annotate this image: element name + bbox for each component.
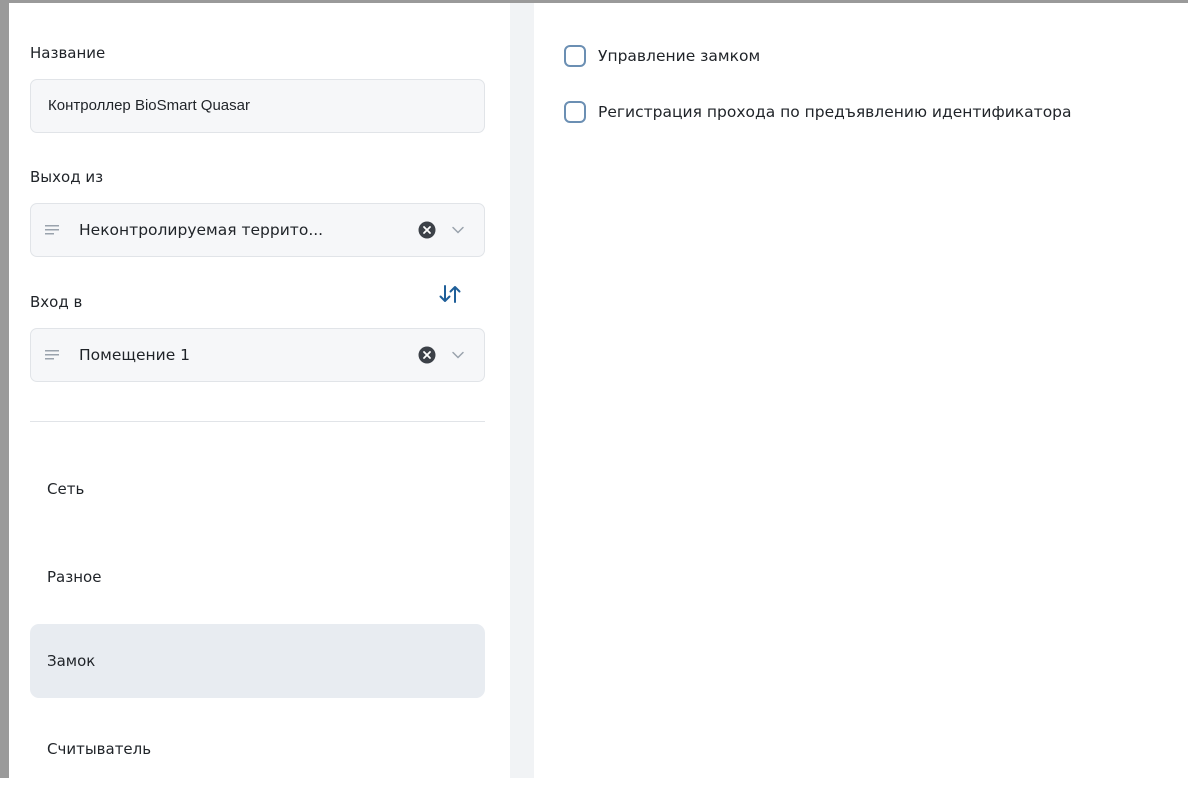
register-passage-checkbox[interactable]	[564, 101, 586, 123]
lines-icon	[45, 350, 59, 360]
section-divider	[30, 421, 485, 422]
entry-to-select[interactable]: Помещение 1	[30, 328, 485, 382]
nav-item-label: Разное	[47, 568, 102, 586]
name-field-value: Контроллер BioSmart Quasar	[48, 97, 250, 114]
swap-direction-icon[interactable]	[437, 283, 463, 305]
nav-item-network[interactable]: Сеть	[30, 452, 485, 526]
name-field[interactable]: Контроллер BioSmart Quasar	[30, 79, 485, 133]
register-passage-label: Регистрация прохода по предъявлению иден…	[598, 103, 1072, 121]
nav-item-lock[interactable]: Замок	[30, 624, 485, 698]
chevron-down-icon[interactable]	[451, 224, 465, 236]
exit-from-label: Выход из	[30, 168, 104, 186]
name-label: Название	[30, 44, 106, 62]
nav-item-label: Замок	[47, 652, 96, 670]
exit-from-value: Неконтролируемая террито...	[79, 221, 324, 239]
lock-control-label: Управление замком	[598, 47, 761, 65]
lock-settings-panel: Управление замком Регистрация прохода по…	[534, 3, 1188, 778]
panel-gutter	[510, 3, 534, 778]
clear-icon[interactable]	[418, 346, 436, 364]
chevron-down-icon[interactable]	[451, 349, 465, 361]
nav-item-label: Считыватель	[47, 740, 152, 758]
entry-to-label: Вход в	[30, 293, 83, 311]
exit-from-select[interactable]: Неконтролируемая террито...	[30, 203, 485, 257]
lock-control-checkbox[interactable]	[564, 45, 586, 67]
entry-to-value: Помещение 1	[79, 346, 191, 364]
clear-icon[interactable]	[418, 221, 436, 239]
lines-icon	[45, 225, 59, 235]
left-panel: Название Контроллер BioSmart Quasar Выхо…	[9, 3, 510, 778]
window-left-border	[0, 0, 9, 778]
nav-item-label: Сеть	[47, 480, 85, 498]
nav-item-misc[interactable]: Разное	[30, 540, 485, 614]
nav-item-reader[interactable]: Считыватель	[30, 712, 485, 786]
